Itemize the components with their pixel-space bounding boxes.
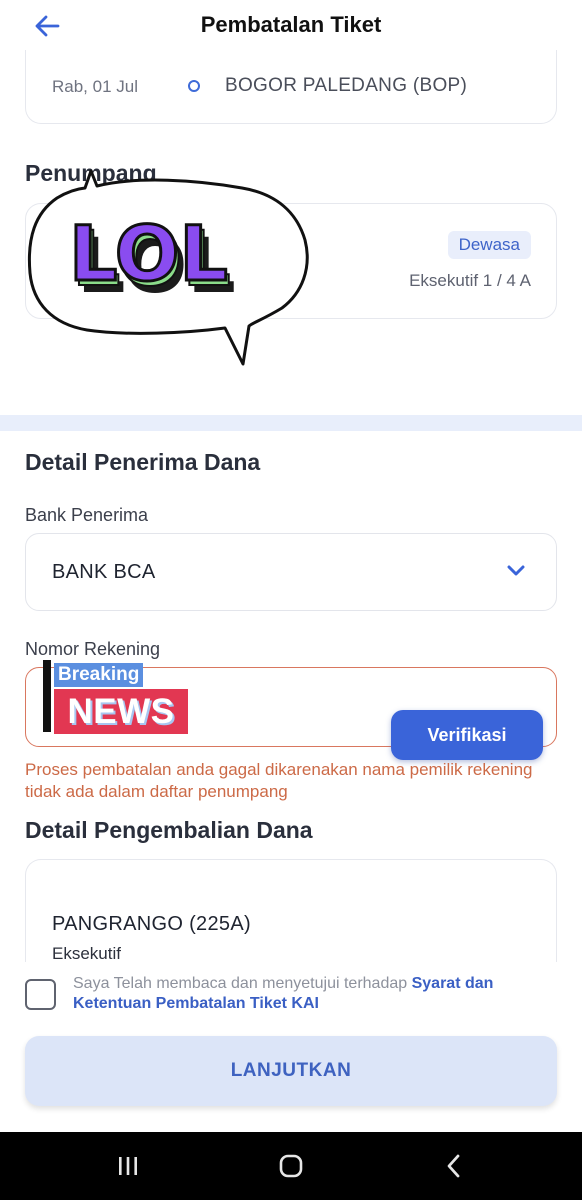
back-chevron-icon <box>447 1154 460 1178</box>
section-divider <box>0 415 582 431</box>
train-name: PANGRANGO (225A) <box>52 913 251 935</box>
trip-date: Rab, 01 Jul <box>52 77 138 96</box>
system-navigation-bar <box>0 1132 582 1200</box>
news-sticker-top-text: Breaking <box>54 663 144 687</box>
agreement-text: Saya Telah membaca dan menyetujui terhad… <box>73 974 543 1014</box>
passenger-seat: Eksekutif 1 / 4 A <box>409 271 531 290</box>
system-back-button[interactable] <box>414 1132 494 1200</box>
home-icon <box>279 1154 303 1178</box>
page-title: Pembatalan Tiket <box>200 12 382 37</box>
agreement-text-body: Saya Telah membaca dan menyetujui terhad… <box>73 975 412 992</box>
bank-select-value: BANK BCA <box>52 561 156 583</box>
refund-card: PANGRANGO (225A) Eksekutif <box>25 859 557 979</box>
continue-button[interactable]: LANJUTKAN <box>25 1036 557 1106</box>
recent-apps-button[interactable] <box>88 1132 168 1200</box>
bank-select[interactable]: BANK BCA <box>25 533 557 611</box>
passenger-type-badge: Dewasa <box>447 231 531 259</box>
station-dot-icon <box>188 80 200 92</box>
verify-button[interactable]: Verifikasi <box>391 710 543 760</box>
lol-sticker: LOL LOL LOL <box>27 169 309 366</box>
breaking-news-sticker: Breaking NEWS <box>40 660 190 740</box>
app-header: Pembatalan Tiket <box>0 0 582 52</box>
home-button[interactable] <box>251 1132 331 1200</box>
lol-sticker-text: LOL <box>69 209 228 298</box>
news-sticker-main-text: NEWS <box>54 689 188 734</box>
error-message: Proses pembatalan anda gagal dikarenakan… <box>25 760 533 801</box>
recent-apps-icon <box>119 1157 137 1175</box>
train-class: Eksekutif <box>52 944 121 963</box>
refund-section-title: Detail Pengembalian Dana <box>25 817 313 843</box>
agreement-checkbox[interactable] <box>25 979 56 1010</box>
trip-station: BOGOR PALEDANG (BOP) <box>225 75 468 96</box>
bank-label: Bank Penerima <box>25 505 149 525</box>
account-number-label: Nomor Rekening <box>25 639 161 659</box>
trip-card: Rab, 01 Jul BOGOR PALEDANG (BOP) <box>25 50 557 124</box>
chevron-down-icon <box>507 565 525 576</box>
news-sticker-bar <box>43 660 51 732</box>
recipient-section-title: Detail Penerima Dana <box>25 449 261 475</box>
bottom-action-area: Saya Telah membaca dan menyetujui terhad… <box>0 962 582 1132</box>
